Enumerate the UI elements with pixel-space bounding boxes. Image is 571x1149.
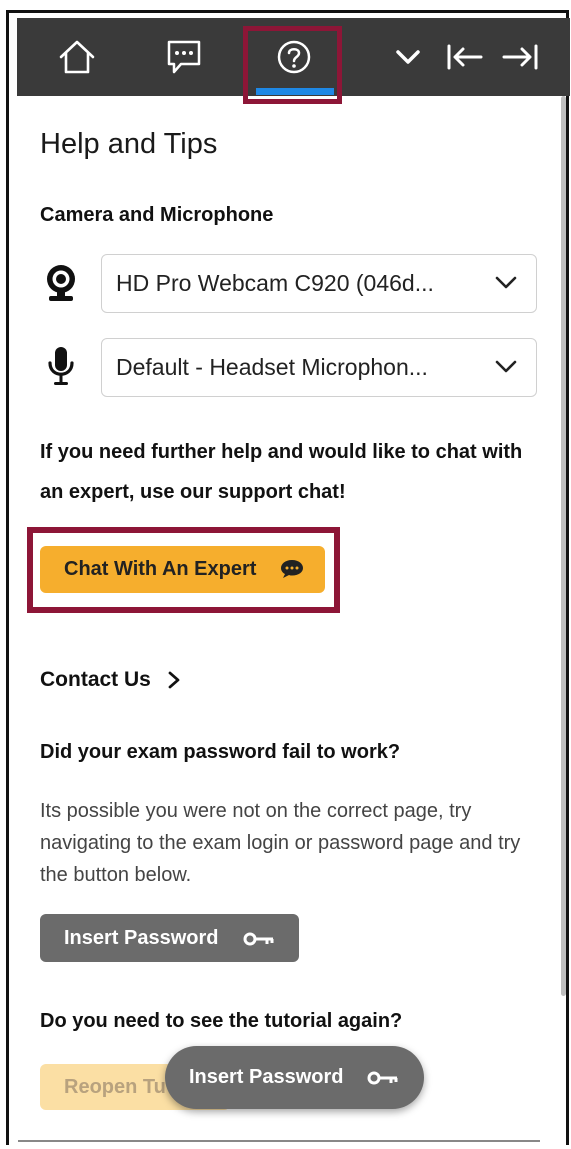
frame-top	[6, 10, 566, 13]
support-help-text: If you need further help and would like …	[40, 441, 523, 503]
contact-us-label: Contact Us	[40, 668, 151, 691]
microphone-icon	[44, 346, 78, 386]
page-title: Help and Tips	[40, 128, 218, 160]
insert-password-button[interactable]: Insert Password	[40, 914, 299, 962]
frame-bottom	[18, 1140, 540, 1142]
home-button[interactable]	[55, 18, 99, 96]
camera-select[interactable]: HD Pro Webcam C920 (046d...	[101, 254, 537, 313]
chat-button-highlight	[27, 527, 340, 613]
scrollbar[interactable]	[561, 96, 566, 996]
expand-right-button[interactable]	[498, 18, 542, 96]
contact-us-link[interactable]: Contact Us	[40, 668, 181, 692]
frame-right	[566, 10, 569, 1145]
floating-insert-password-label: Insert Password	[189, 1066, 344, 1088]
reopen-tutorial-label: Reopen Tu	[64, 1075, 166, 1098]
collapse-left-button[interactable]	[443, 18, 487, 96]
key-icon	[367, 1071, 398, 1085]
microphone-select-value: Default - Headset Microphon...	[116, 354, 428, 380]
tutorial-heading: Do you need to see the tutorial again?	[40, 1010, 403, 1032]
chevron-down-icon	[396, 50, 420, 64]
insert-password-label: Insert Password	[64, 926, 219, 949]
password-heading: Did your exam password fail to work?	[40, 741, 401, 763]
floating-insert-password-button[interactable]: Insert Password	[165, 1046, 424, 1109]
microphone-select[interactable]: Default - Headset Microphon...	[101, 338, 537, 397]
help-tab-highlight	[243, 26, 342, 104]
camera-microphone-heading: Camera and Microphone	[40, 204, 274, 226]
chat-icon	[167, 40, 201, 74]
home-icon	[59, 40, 95, 74]
chevron-right-icon	[167, 670, 181, 690]
collapse-left-icon	[447, 44, 483, 70]
camera-select-value: HD Pro Webcam C920 (046d...	[116, 270, 434, 296]
chevron-down-icon	[495, 360, 517, 373]
dropdown-button[interactable]	[391, 18, 425, 96]
frame-left	[6, 10, 9, 1145]
chevron-down-icon	[495, 276, 517, 289]
password-help-text: Its possible you were not on the correct…	[40, 800, 521, 886]
expand-right-icon	[502, 44, 538, 70]
chat-button[interactable]	[162, 18, 206, 96]
key-icon	[243, 932, 274, 946]
webcam-icon	[44, 263, 78, 303]
